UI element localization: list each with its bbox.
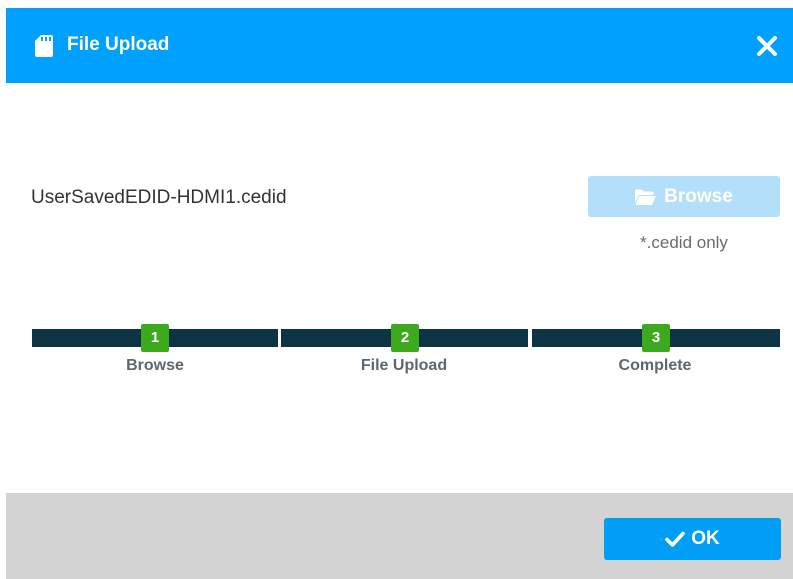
ok-button-label: OK bbox=[691, 528, 720, 549]
browse-button[interactable]: Browse bbox=[588, 176, 780, 217]
ok-button[interactable]: OK bbox=[604, 518, 781, 560]
file-icon bbox=[35, 35, 53, 57]
step-number-3: 3 bbox=[642, 324, 670, 352]
dialog-title: File Upload bbox=[67, 34, 170, 55]
step-number-1: 1 bbox=[141, 324, 169, 352]
step-label-browse: Browse bbox=[126, 357, 184, 374]
folder-open-icon bbox=[635, 189, 657, 205]
step-label-complete: Complete bbox=[618, 357, 692, 374]
browse-button-label: Browse bbox=[664, 185, 733, 207]
step-label-file-upload: File Upload bbox=[360, 357, 448, 374]
file-type-hint: *.cedid only bbox=[640, 233, 728, 252]
dialog-body: UserSavedEDID-HDMI1.cedid Browse *.cedid… bbox=[6, 83, 793, 493]
close-icon[interactable] bbox=[755, 34, 779, 58]
dialog-footer: OK bbox=[6, 493, 793, 579]
step-number-2: 2 bbox=[391, 324, 419, 352]
selected-file-name: UserSavedEDID-HDMI1.cedid bbox=[31, 187, 287, 208]
check-icon bbox=[665, 531, 686, 547]
file-upload-dialog: File Upload UserSavedEDID-HDMI1.cedid Br… bbox=[0, 0, 793, 579]
dialog-header: File Upload bbox=[6, 8, 793, 83]
